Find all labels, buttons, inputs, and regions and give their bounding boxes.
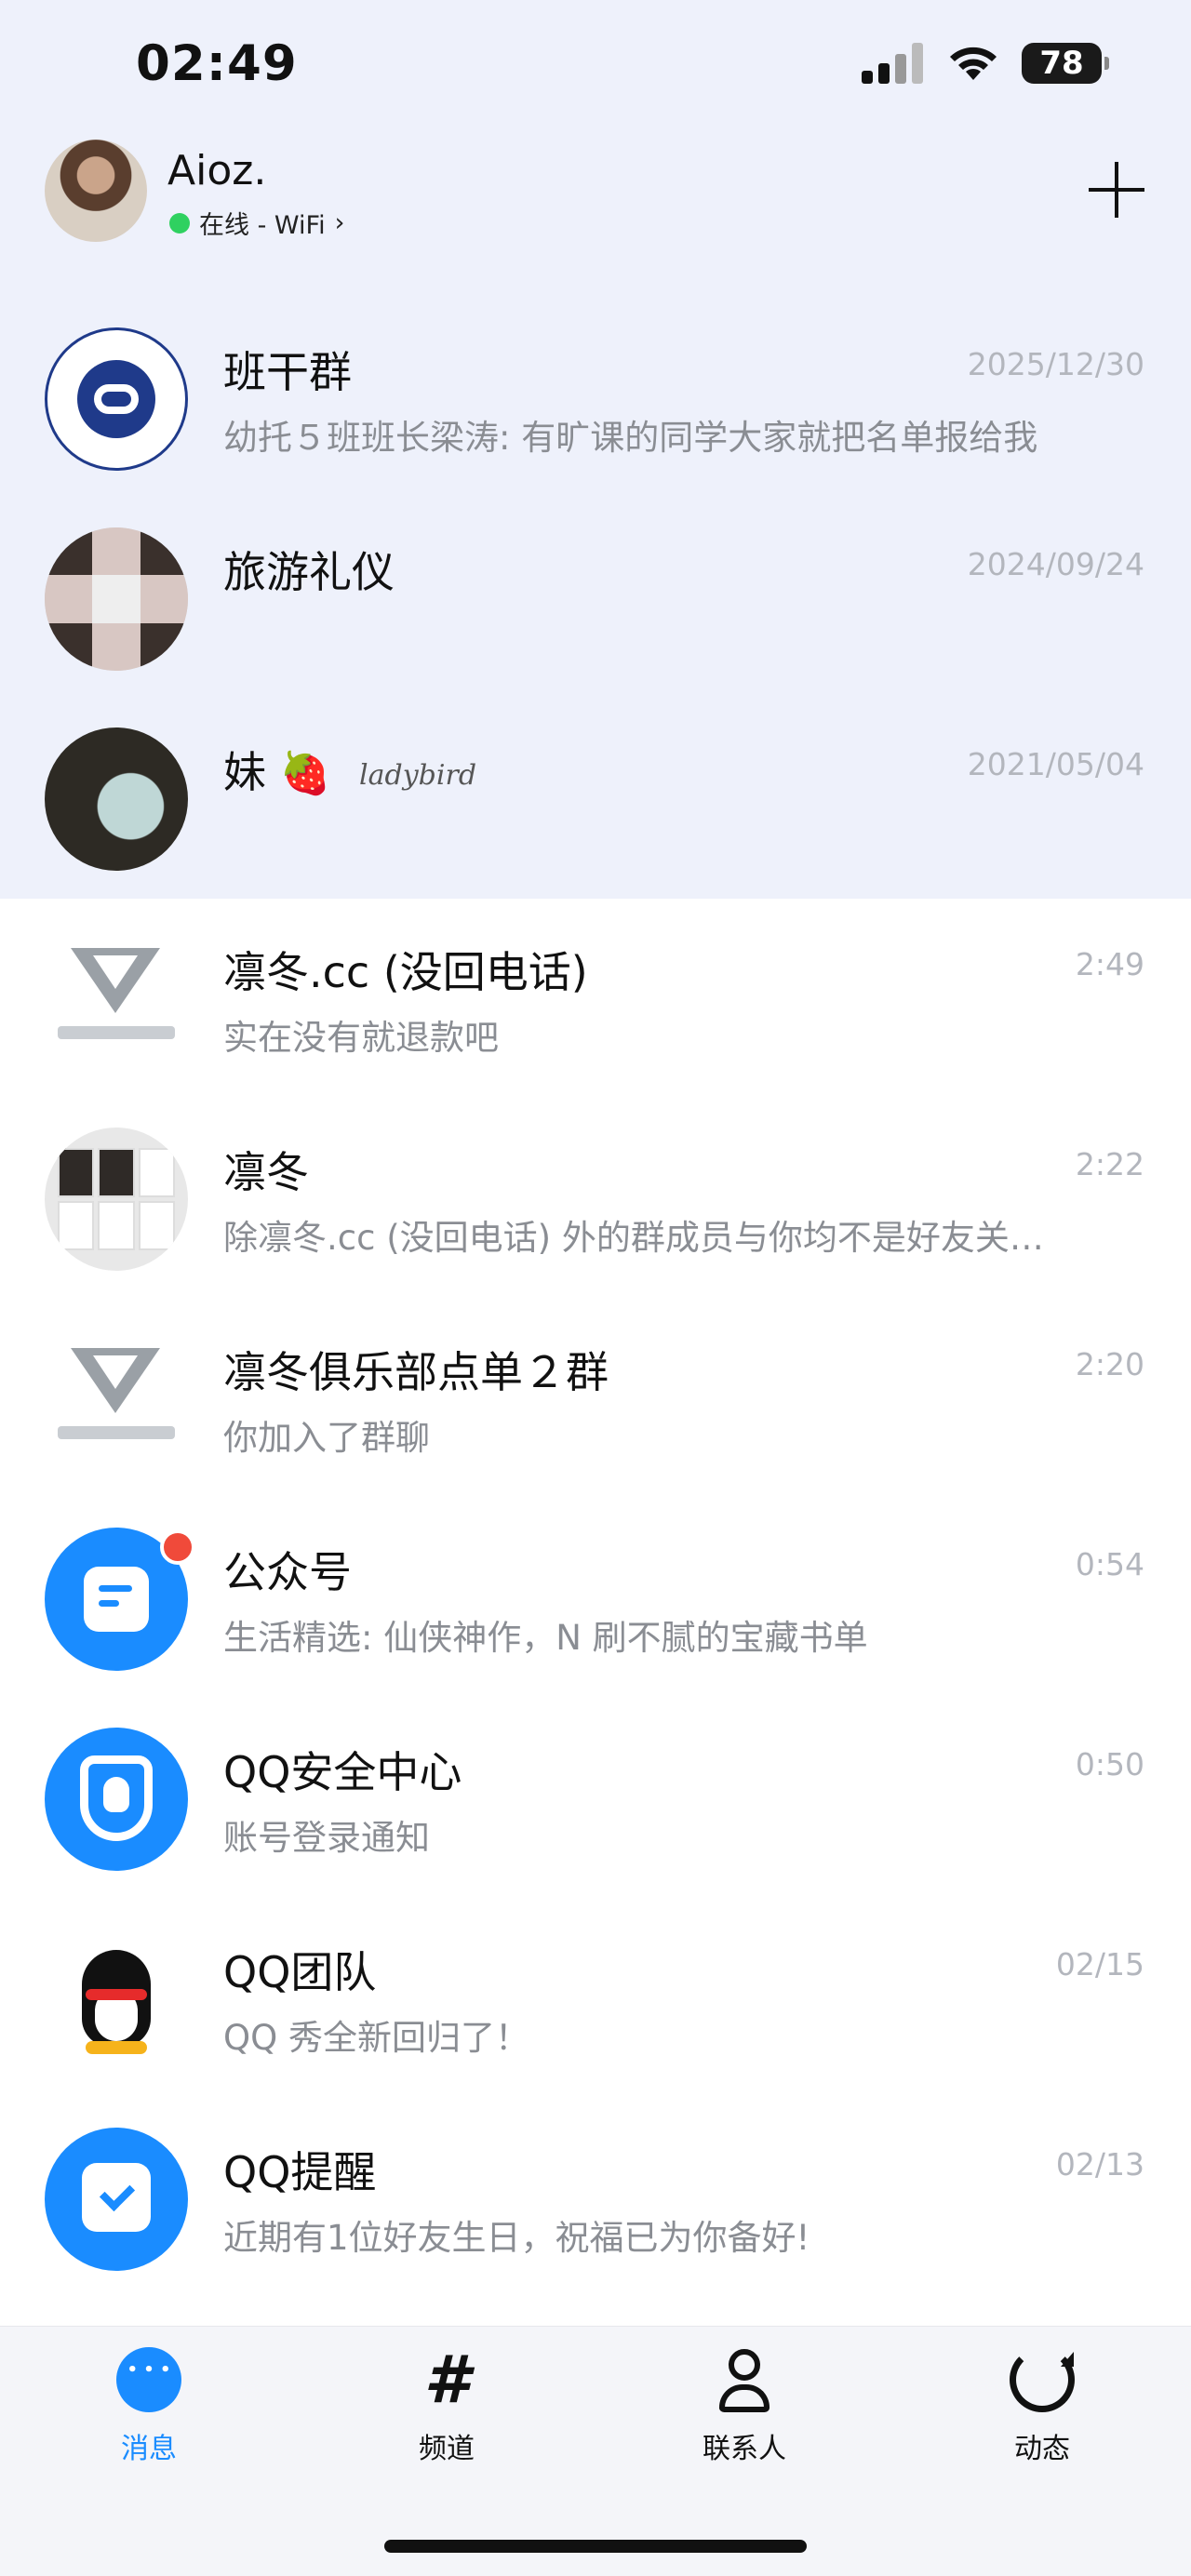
chat-preview: 账号登录通知 <box>223 1818 430 1858</box>
cellular-signal-icon <box>862 43 925 84</box>
chat-time: 2021/05/04 <box>967 746 1144 782</box>
tab-label: 联系人 <box>703 2433 786 2465</box>
ladybird-tag: ladybird <box>359 759 477 792</box>
chat-title: 公众号 <box>223 1547 352 1597</box>
club-logo-avatar <box>45 928 188 1071</box>
list-item[interactable]: 凛冬 2:22 除凛冬.cc (没回电话) 外的群成员与你均不是好友关… <box>0 1101 1191 1301</box>
chat-title: 凛冬 <box>223 1147 309 1197</box>
profile-header: Aioz. 在线 - WiFi › <box>0 140 1191 270</box>
chat-time: 2:20 <box>1075 1346 1144 1382</box>
chat-title: 凛冬俱乐部点单２群 <box>223 1347 609 1397</box>
refresh-icon <box>1010 2347 1075 2412</box>
person-icon <box>712 2347 777 2412</box>
chat-title: 旅游礼仪 <box>223 547 395 597</box>
tab-channels[interactable]: # 频道 <box>354 2347 540 2466</box>
tab-label: 动态 <box>1014 2433 1070 2465</box>
club-logo-avatar <box>45 1328 188 1471</box>
chat-title: QQ安全中心 <box>223 1747 462 1797</box>
school-logo-avatar <box>45 327 188 471</box>
list-item[interactable]: QQ团队 02/15 QQ 秀全新回归了！ <box>0 1902 1191 2102</box>
chat-time: 2025/12/30 <box>967 346 1144 382</box>
strawberry-icon: 🍓 <box>279 750 331 797</box>
qq-messages-screen: 02:49 78 Aioz. 在线 - WiFi › 班干群 2025/12/3… <box>0 0 1191 2576</box>
status-icons: 78 <box>862 43 1109 84</box>
conversation-list: 班干群 2025/12/30 幼托５班班长梁涛: 有旷课的同学大家就把名单报给我… <box>0 301 1191 2302</box>
chat-title: 凛冬.cc (没回电话) <box>223 947 588 997</box>
list-item[interactable]: QQ安全中心 0:50 账号登录通知 <box>0 1702 1191 1902</box>
chat-preview: 近期有1位好友生日，祝福已为你备好! <box>223 2218 810 2258</box>
add-button[interactable] <box>1087 160 1146 220</box>
calendar-check-icon <box>45 2128 188 2271</box>
chat-title: QQ提醒 <box>223 2147 377 2197</box>
battery-icon: 78 <box>1022 43 1109 84</box>
chat-preview: 实在没有就退款吧 <box>223 1018 499 1058</box>
avatar[interactable] <box>45 140 147 242</box>
club-collage-avatar <box>45 1128 188 1271</box>
chat-preview: 幼托５班班长梁涛: 有旷课的同学大家就把名单报给我 <box>223 418 1038 458</box>
list-item[interactable]: 班干群 2025/12/30 幼托５班班长梁涛: 有旷课的同学大家就把名单报给我 <box>0 301 1191 501</box>
bottom-tab-bar: 消息 # 频道 联系人 动态 <box>0 2326 1191 2576</box>
profile-name[interactable]: Aioz. <box>167 147 266 194</box>
message-icon <box>116 2347 181 2412</box>
chat-title: 班干群 <box>223 347 352 397</box>
tab-feed[interactable]: 动态 <box>949 2347 1135 2466</box>
hash-icon: # <box>423 2342 470 2418</box>
tab-messages[interactable]: 消息 <box>56 2347 242 2466</box>
chat-title: QQ团队 <box>223 1947 377 1997</box>
chat-title: 妹 <box>223 747 266 797</box>
chat-time: 0:54 <box>1075 1546 1144 1582</box>
tab-label: 消息 <box>121 2433 177 2465</box>
list-item[interactable]: 旅游礼仪 2024/09/24 <box>0 501 1191 701</box>
list-item[interactable]: 凛冬.cc (没回电话) 2:49 实在没有就退款吧 <box>0 901 1191 1101</box>
chat-time: 02/15 <box>1055 1946 1144 1982</box>
chevron-right-icon: › <box>334 208 345 237</box>
penguin-icon <box>45 1928 188 2071</box>
chat-title-group: 妹 🍓 ladybird <box>223 739 476 800</box>
list-item[interactable]: 凛冬俱乐部点单２群 2:20 你加入了群聊 <box>0 1301 1191 1502</box>
chat-preview: 除凛冬.cc (没回电话) 外的群成员与你均不是好友关… <box>223 1218 1044 1258</box>
tab-contacts[interactable]: 联系人 <box>651 2347 837 2466</box>
chat-preview: 你加入了群聊 <box>223 1418 430 1458</box>
chat-time: 0:50 <box>1075 1746 1144 1782</box>
unread-dot <box>160 1529 195 1565</box>
chat-preview: QQ 秀全新回归了！ <box>223 2018 530 2058</box>
home-indicator <box>384 2540 807 2553</box>
security-shield-icon <box>45 1728 188 1871</box>
chat-time: 2024/09/24 <box>967 546 1144 582</box>
portrait-avatar <box>45 727 188 871</box>
tab-label: 频道 <box>419 2433 475 2465</box>
chat-time: 2:22 <box>1075 1146 1144 1182</box>
list-item[interactable]: 公众号 0:54 生活精选: 仙侠神作，N 刷不腻的宝藏书单 <box>0 1502 1191 1702</box>
online-dot-icon <box>169 212 190 234</box>
chat-time: 02/13 <box>1055 2146 1144 2182</box>
list-item[interactable]: QQ提醒 02/13 近期有1位好友生日，祝福已为你备好! <box>0 2102 1191 2302</box>
online-status-text: 在线 - WiFi <box>199 211 326 240</box>
photo-grid-avatar <box>45 527 188 671</box>
chat-time: 2:49 <box>1075 946 1144 982</box>
list-item[interactable]: 妹 🍓 ladybird 2021/05/04 <box>0 701 1191 901</box>
status-time: 02:49 <box>136 35 298 92</box>
online-status[interactable]: 在线 - WiFi › <box>169 205 344 241</box>
wifi-icon <box>950 47 997 80</box>
chat-preview: 生活精选: 仙侠神作，N 刷不腻的宝藏书单 <box>223 1618 868 1658</box>
